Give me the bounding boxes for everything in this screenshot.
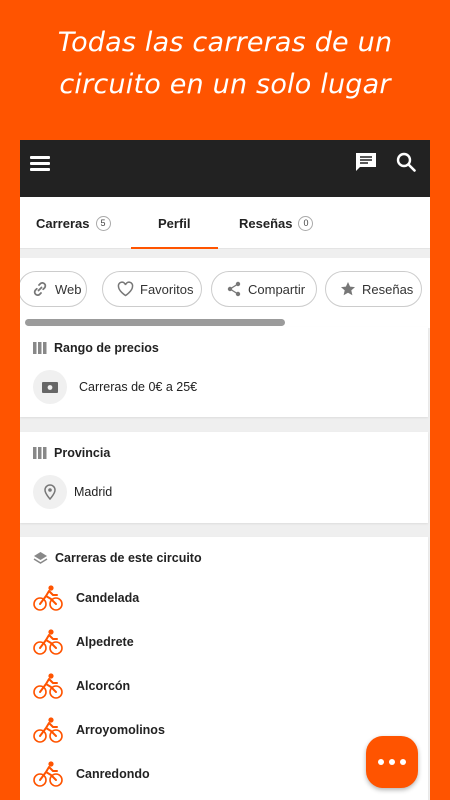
app-screen: Carreras 5 Perfil Reseñas 0 Web Favorito… xyxy=(20,140,430,800)
province-card: Provincia Madrid xyxy=(20,432,428,523)
money-icon xyxy=(33,370,67,404)
favoritos-chip[interactable]: Favoritos xyxy=(102,271,202,307)
compartir-chip[interactable]: Compartir xyxy=(211,271,317,307)
race-item[interactable]: Candelada xyxy=(33,583,139,613)
tab-resenas[interactable]: Reseñas 0 xyxy=(239,197,314,249)
tab-perfil[interactable]: Perfil xyxy=(131,197,217,249)
dot-icon xyxy=(400,759,406,765)
tab-count-badge: 0 xyxy=(298,215,314,231)
action-chips-row[interactable]: Web Favoritos Compartir Reseñas xyxy=(20,258,430,328)
race-item[interactable]: Canredondo xyxy=(33,759,150,789)
cyclist-icon xyxy=(33,585,63,611)
columns-icon xyxy=(33,447,47,459)
race-name: Canredondo xyxy=(76,767,150,781)
race-item[interactable]: Alcorcón xyxy=(33,671,130,701)
circuit-races-title: Carreras de este circuito xyxy=(33,551,202,565)
race-name: Arroyomolinos xyxy=(76,723,165,737)
app-bar xyxy=(20,140,430,197)
cyclist-icon xyxy=(33,673,63,699)
tab-count-badge: 5 xyxy=(95,215,111,231)
resenas-chip[interactable]: Reseñas xyxy=(325,271,422,307)
horizontal-scrollbar[interactable] xyxy=(25,319,285,326)
promo-line-1: Todas las carreras de un xyxy=(57,27,393,58)
hamburger-menu-icon[interactable] xyxy=(30,156,50,171)
race-name: Candelada xyxy=(76,591,140,605)
promo-line-2: circuito en un solo lugar xyxy=(59,69,391,100)
star-icon xyxy=(341,282,355,296)
heart-icon xyxy=(117,281,134,297)
layers-icon xyxy=(33,552,48,564)
cyclist-icon xyxy=(33,629,63,655)
chip-label: Reseñas xyxy=(362,281,414,297)
race-name: Alcorcón xyxy=(76,679,131,693)
web-chip[interactable]: Web xyxy=(20,271,87,307)
columns-icon xyxy=(33,342,47,354)
price-range-text: Carreras de 0€ a 25€ xyxy=(79,380,198,394)
tab-label: Carreras xyxy=(36,215,90,231)
chat-icon[interactable] xyxy=(354,152,378,174)
tab-bar: Carreras 5 Perfil Reseñas 0 xyxy=(20,197,430,249)
share-icon xyxy=(227,281,241,297)
price-range-card: Rango de precios Carreras de 0€ a 25€ xyxy=(20,327,428,417)
cyclist-icon xyxy=(33,717,63,743)
link-icon xyxy=(33,282,47,296)
cyclist-icon xyxy=(33,761,63,787)
dot-icon xyxy=(389,759,395,765)
location-pin-icon xyxy=(33,475,67,509)
chip-label: Compartir xyxy=(248,281,306,297)
chat-fab-button[interactable] xyxy=(366,736,418,788)
tab-carreras[interactable]: Carreras 5 xyxy=(36,197,111,249)
race-item[interactable]: Alpedrete xyxy=(33,627,134,657)
tab-label: Reseñas xyxy=(239,215,293,231)
chip-label: Web xyxy=(55,281,82,297)
dot-icon xyxy=(378,759,384,765)
race-name: Alpedrete xyxy=(76,635,134,649)
search-icon[interactable] xyxy=(396,152,416,172)
chip-label: Favoritos xyxy=(140,281,194,297)
price-range-title: Rango de precios xyxy=(33,341,159,355)
race-item[interactable]: Arroyomolinos xyxy=(33,715,165,745)
tab-label: Perfil xyxy=(158,215,191,231)
province-text: Madrid xyxy=(74,485,113,499)
promo-headline: Todas las carreras de un circuito en un … xyxy=(0,22,450,106)
province-title: Provincia xyxy=(33,446,110,460)
